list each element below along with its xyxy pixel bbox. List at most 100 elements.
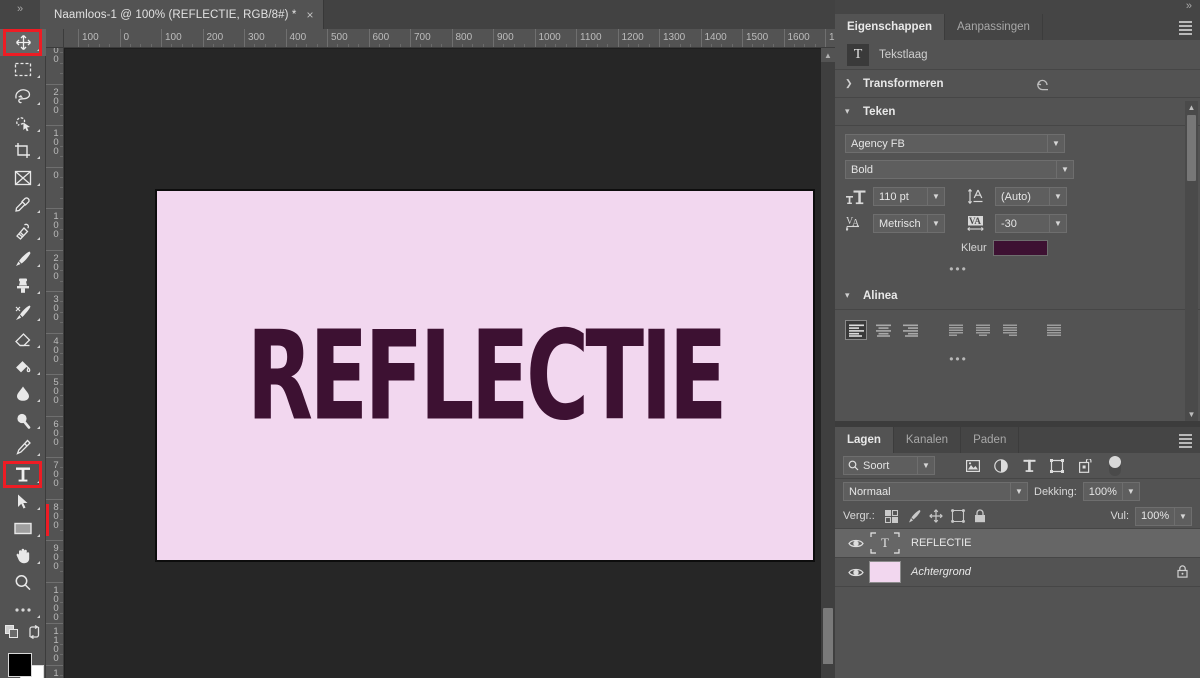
alinea-more-options-button[interactable]: ••• bbox=[845, 352, 1190, 366]
horizontal-ruler[interactable]: 100 0 100 200 300 400 500 600 700 800 900 1000 1100 1… bbox=[64, 29, 835, 48]
filter-kind-box[interactable]: Soort bbox=[843, 456, 918, 475]
tab-eigenschappen[interactable]: Eigenschappen bbox=[835, 14, 945, 40]
blend-mode-combo[interactable]: Normaal ▼ bbox=[843, 482, 1028, 501]
kerning-value[interactable]: Metrisch bbox=[873, 214, 928, 233]
filter-enable-toggle[interactable] bbox=[1109, 455, 1121, 476]
align-center-button[interactable] bbox=[872, 320, 894, 340]
gradient-tool[interactable] bbox=[0, 353, 46, 380]
tracking-value[interactable]: -30 bbox=[995, 214, 1050, 233]
lock-image-pixels-icon[interactable] bbox=[903, 506, 925, 526]
scroll-up-icon[interactable]: ▲ bbox=[1185, 101, 1198, 114]
dodge-tool[interactable] bbox=[0, 407, 46, 434]
document-tab[interactable]: Naamloos-1 @ 100% (REFLECTIE, RGB/8#) * … bbox=[40, 0, 325, 29]
history-brush-tool[interactable] bbox=[0, 299, 46, 326]
kerning-combo[interactable]: Metrisch ▼ bbox=[873, 214, 945, 233]
lock-transparent-pixels-icon[interactable] bbox=[881, 506, 903, 526]
shape-layer-filter-icon[interactable] bbox=[1043, 455, 1071, 477]
properties-scrollbar[interactable]: ▲ ▼ bbox=[1185, 101, 1198, 421]
font-size-combo[interactable]: 110 pt ▼ bbox=[873, 187, 945, 206]
chevron-down-icon[interactable]: ▼ bbox=[1050, 214, 1067, 233]
move-tool[interactable] bbox=[0, 29, 46, 56]
chevron-down-icon[interactable]: ▼ bbox=[918, 456, 935, 475]
layer-visibility-icon[interactable] bbox=[843, 538, 869, 549]
blur-tool[interactable] bbox=[0, 380, 46, 407]
fill-combo[interactable]: 100% ▼ bbox=[1135, 506, 1192, 526]
layer-row-achtergrond[interactable]: Achtergrond bbox=[835, 558, 1200, 587]
font-family-value[interactable]: Agency FB bbox=[845, 134, 1048, 153]
path-selection-tool[interactable] bbox=[0, 488, 46, 515]
justify-all-button[interactable] bbox=[1043, 320, 1065, 340]
scrollbar-thumb[interactable] bbox=[1187, 115, 1196, 181]
align-right-button[interactable] bbox=[899, 320, 921, 340]
section-transformeren[interactable]: ❯ Transformeren bbox=[835, 70, 1200, 98]
chevron-down-icon[interactable]: ▼ bbox=[1057, 160, 1074, 179]
font-size-value[interactable]: 110 pt bbox=[873, 187, 928, 206]
lock-all-icon[interactable] bbox=[969, 506, 991, 526]
layer-name[interactable]: REFLECTIE bbox=[911, 537, 972, 549]
font-style-value[interactable]: Bold bbox=[845, 160, 1057, 179]
type-layer-thumbnail-icon[interactable]: T bbox=[869, 532, 901, 554]
tracking-combo[interactable]: -30 ▼ bbox=[995, 214, 1067, 233]
close-icon[interactable]: × bbox=[306, 9, 313, 21]
crop-tool[interactable] bbox=[0, 137, 46, 164]
clone-stamp-tool[interactable] bbox=[0, 272, 46, 299]
eraser-tool[interactable] bbox=[0, 326, 46, 353]
layer-visibility-icon[interactable] bbox=[843, 567, 869, 578]
lock-position-icon[interactable] bbox=[925, 506, 947, 526]
canvas-viewport[interactable]: REFLECTIE bbox=[65, 49, 835, 678]
canvas-text-layer[interactable]: REFLECTIE bbox=[246, 314, 727, 437]
hand-tool[interactable] bbox=[0, 542, 46, 569]
section-alinea[interactable]: ▾ Alinea bbox=[835, 282, 1200, 310]
adjustment-layer-filter-icon[interactable] bbox=[987, 455, 1015, 477]
pixel-layer-filter-icon[interactable] bbox=[959, 455, 987, 477]
tab-lagen[interactable]: Lagen bbox=[835, 427, 894, 453]
chevron-down-icon[interactable]: ▼ bbox=[1050, 187, 1067, 206]
lasso-tool[interactable] bbox=[0, 83, 46, 110]
type-tool[interactable] bbox=[0, 461, 46, 488]
canvas[interactable]: REFLECTIE bbox=[155, 189, 815, 562]
edit-toolbar-button[interactable] bbox=[0, 596, 46, 623]
spot-healing-brush-tool[interactable] bbox=[0, 218, 46, 245]
background-layer-thumbnail[interactable] bbox=[869, 561, 901, 583]
chevron-down-icon[interactable]: ▼ bbox=[928, 187, 945, 206]
collapse-dock-icon[interactable]: » bbox=[1186, 0, 1192, 12]
scrollbar-thumb[interactable] bbox=[823, 608, 833, 668]
opacity-combo[interactable]: 100% ▼ bbox=[1082, 482, 1140, 501]
collapse-panels-icon[interactable]: » bbox=[0, 0, 40, 29]
scroll-down-icon[interactable]: ▼ bbox=[1185, 408, 1198, 421]
justify-last-center-button[interactable] bbox=[972, 320, 994, 340]
reset-arrow-icon[interactable] bbox=[1035, 77, 1050, 94]
leading-combo[interactable]: (Auto) ▼ bbox=[995, 187, 1067, 206]
rectangle-tool[interactable] bbox=[0, 515, 46, 542]
type-layer-filter-icon[interactable] bbox=[1015, 455, 1043, 477]
chevron-down-icon[interactable]: ▼ bbox=[1175, 506, 1192, 526]
filter-kind-combo[interactable]: Soort ▼ bbox=[843, 456, 935, 475]
chevron-down-icon[interactable]: ▼ bbox=[1048, 134, 1065, 153]
eyedropper-tool[interactable] bbox=[0, 191, 46, 218]
tab-paden[interactable]: Paden bbox=[961, 427, 1020, 453]
align-left-button[interactable] bbox=[845, 320, 867, 340]
panel-menu-icon[interactable] bbox=[1179, 21, 1192, 35]
ruler-corner[interactable] bbox=[46, 29, 64, 48]
fill-value[interactable]: 100% bbox=[1135, 506, 1175, 526]
leading-value[interactable]: (Auto) bbox=[995, 187, 1050, 206]
tab-kanalen[interactable]: Kanalen bbox=[894, 427, 962, 453]
zoom-tool[interactable] bbox=[0, 569, 46, 596]
justify-last-right-button[interactable] bbox=[999, 320, 1021, 340]
font-style-combo[interactable]: Bold ▼ bbox=[845, 160, 1190, 179]
chevron-down-icon[interactable]: ▼ bbox=[1122, 482, 1140, 501]
canvas-vertical-scrollbar[interactable]: ▲ bbox=[821, 48, 835, 678]
chevron-down-icon[interactable]: ▼ bbox=[928, 214, 945, 233]
foreground-color-swatch[interactable] bbox=[8, 653, 32, 677]
object-selection-tool[interactable] bbox=[0, 110, 46, 137]
opacity-value[interactable]: 100% bbox=[1082, 482, 1123, 501]
default-colors-icon[interactable] bbox=[4, 624, 19, 642]
panel-menu-icon[interactable] bbox=[1179, 434, 1192, 448]
lock-artboard-nesting-icon[interactable] bbox=[947, 506, 969, 526]
vertical-ruler[interactable]: 0020010001002003004005006007008009001000… bbox=[46, 48, 64, 678]
chevron-down-icon[interactable]: ▼ bbox=[1011, 482, 1028, 501]
pen-tool[interactable] bbox=[0, 434, 46, 461]
smart-object-filter-icon[interactable] bbox=[1071, 455, 1099, 477]
swap-colors-icon[interactable] bbox=[28, 624, 41, 642]
layer-row-reflectie[interactable]: T REFLECTIE bbox=[835, 529, 1200, 558]
